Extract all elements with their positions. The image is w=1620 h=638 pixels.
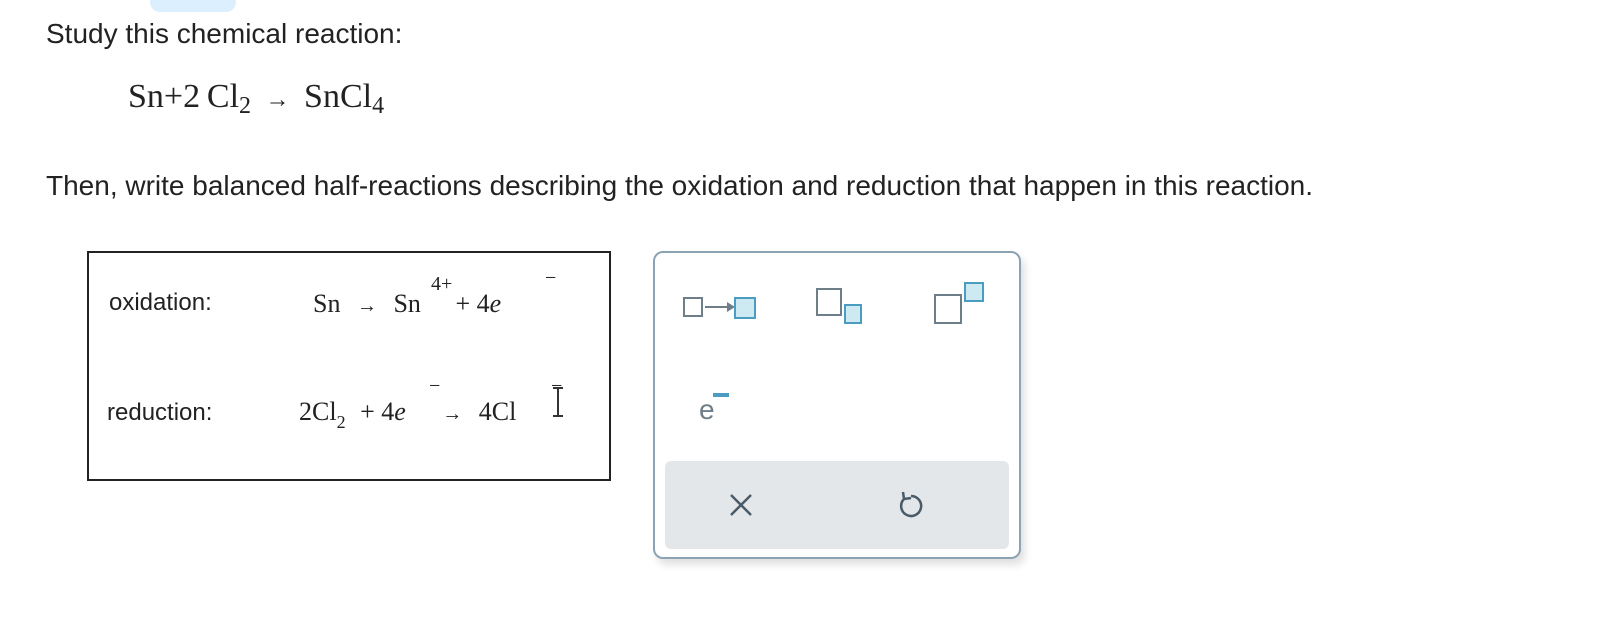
reaction-arrow-icon — [683, 297, 756, 319]
reduction-electron-charge: − — [429, 375, 441, 397]
oxidation-field[interactable]: Sn → Sn 4+ + 4e − — [313, 267, 556, 319]
action-bar — [665, 461, 1009, 549]
superscript-icon — [934, 282, 984, 324]
subscript-icon — [816, 288, 862, 324]
page: Study this chemical reaction: Sn+2 Cl2 →… — [0, 0, 1620, 638]
chemical-equation: Sn+2 Cl2 → SnCl4 — [128, 78, 385, 119]
oxidation-label: oxidation: — [109, 289, 212, 316]
prompt-text: Study this chemical reaction: — [46, 18, 403, 49]
oxidation-arrow: → — [356, 295, 377, 317]
undo-icon — [899, 491, 923, 518]
svg-text:e: e — [699, 394, 715, 425]
superscript-button[interactable] — [933, 281, 987, 327]
oxidation-electron-charge: − — [545, 267, 557, 289]
answer-box: oxidation: Sn → Sn 4+ + 4e − reduction: … — [87, 251, 611, 481]
instruction-text: Then, write balanced half-reactions desc… — [46, 170, 1314, 201]
reduction-reactant: 2Cl — [299, 397, 337, 426]
reduction-arrow: → — [442, 403, 463, 425]
clear-button[interactable] — [721, 485, 761, 525]
reduction-product: 4Cl — [478, 397, 517, 426]
subscript-button[interactable] — [815, 287, 867, 327]
undo-button[interactable] — [891, 485, 931, 525]
reactant-cl: Cl — [206, 78, 240, 115]
oxidation-electron: e — [489, 289, 502, 318]
plus-sign: + — [163, 78, 184, 115]
reaction-arrow: → — [265, 87, 290, 113]
reactant-cl-subscript: 2 — [239, 93, 252, 119]
coefficient: 2 — [183, 78, 201, 115]
reduction-label: reduction: — [107, 399, 213, 426]
reduction-field[interactable]: 2Cl2 + 4e − → 4Cl − — [299, 375, 562, 432]
reduction-electron: e — [394, 397, 406, 426]
oxidation-product-charge: 4+ — [431, 273, 453, 295]
oxidation-product: Sn — [393, 289, 421, 318]
electron-icon: e — [699, 393, 729, 425]
close-icon — [730, 494, 752, 516]
electron-button[interactable]: e — [697, 387, 737, 427]
reduction-reactant-subscript: 2 — [336, 412, 346, 432]
reduction-plus: + 4 — [360, 397, 395, 426]
input-palette: e — [653, 251, 1021, 559]
top-tab[interactable] — [150, 0, 236, 12]
oxidation-reactant: Sn — [313, 289, 341, 318]
product-subscript: 4 — [372, 93, 385, 119]
oxidation-plus: + 4 — [455, 289, 490, 318]
text-cursor — [553, 387, 563, 417]
reactant-sn: Sn — [128, 78, 164, 115]
reaction-arrow-button[interactable] — [683, 295, 757, 321]
product-sncl: SnCl — [304, 78, 373, 115]
